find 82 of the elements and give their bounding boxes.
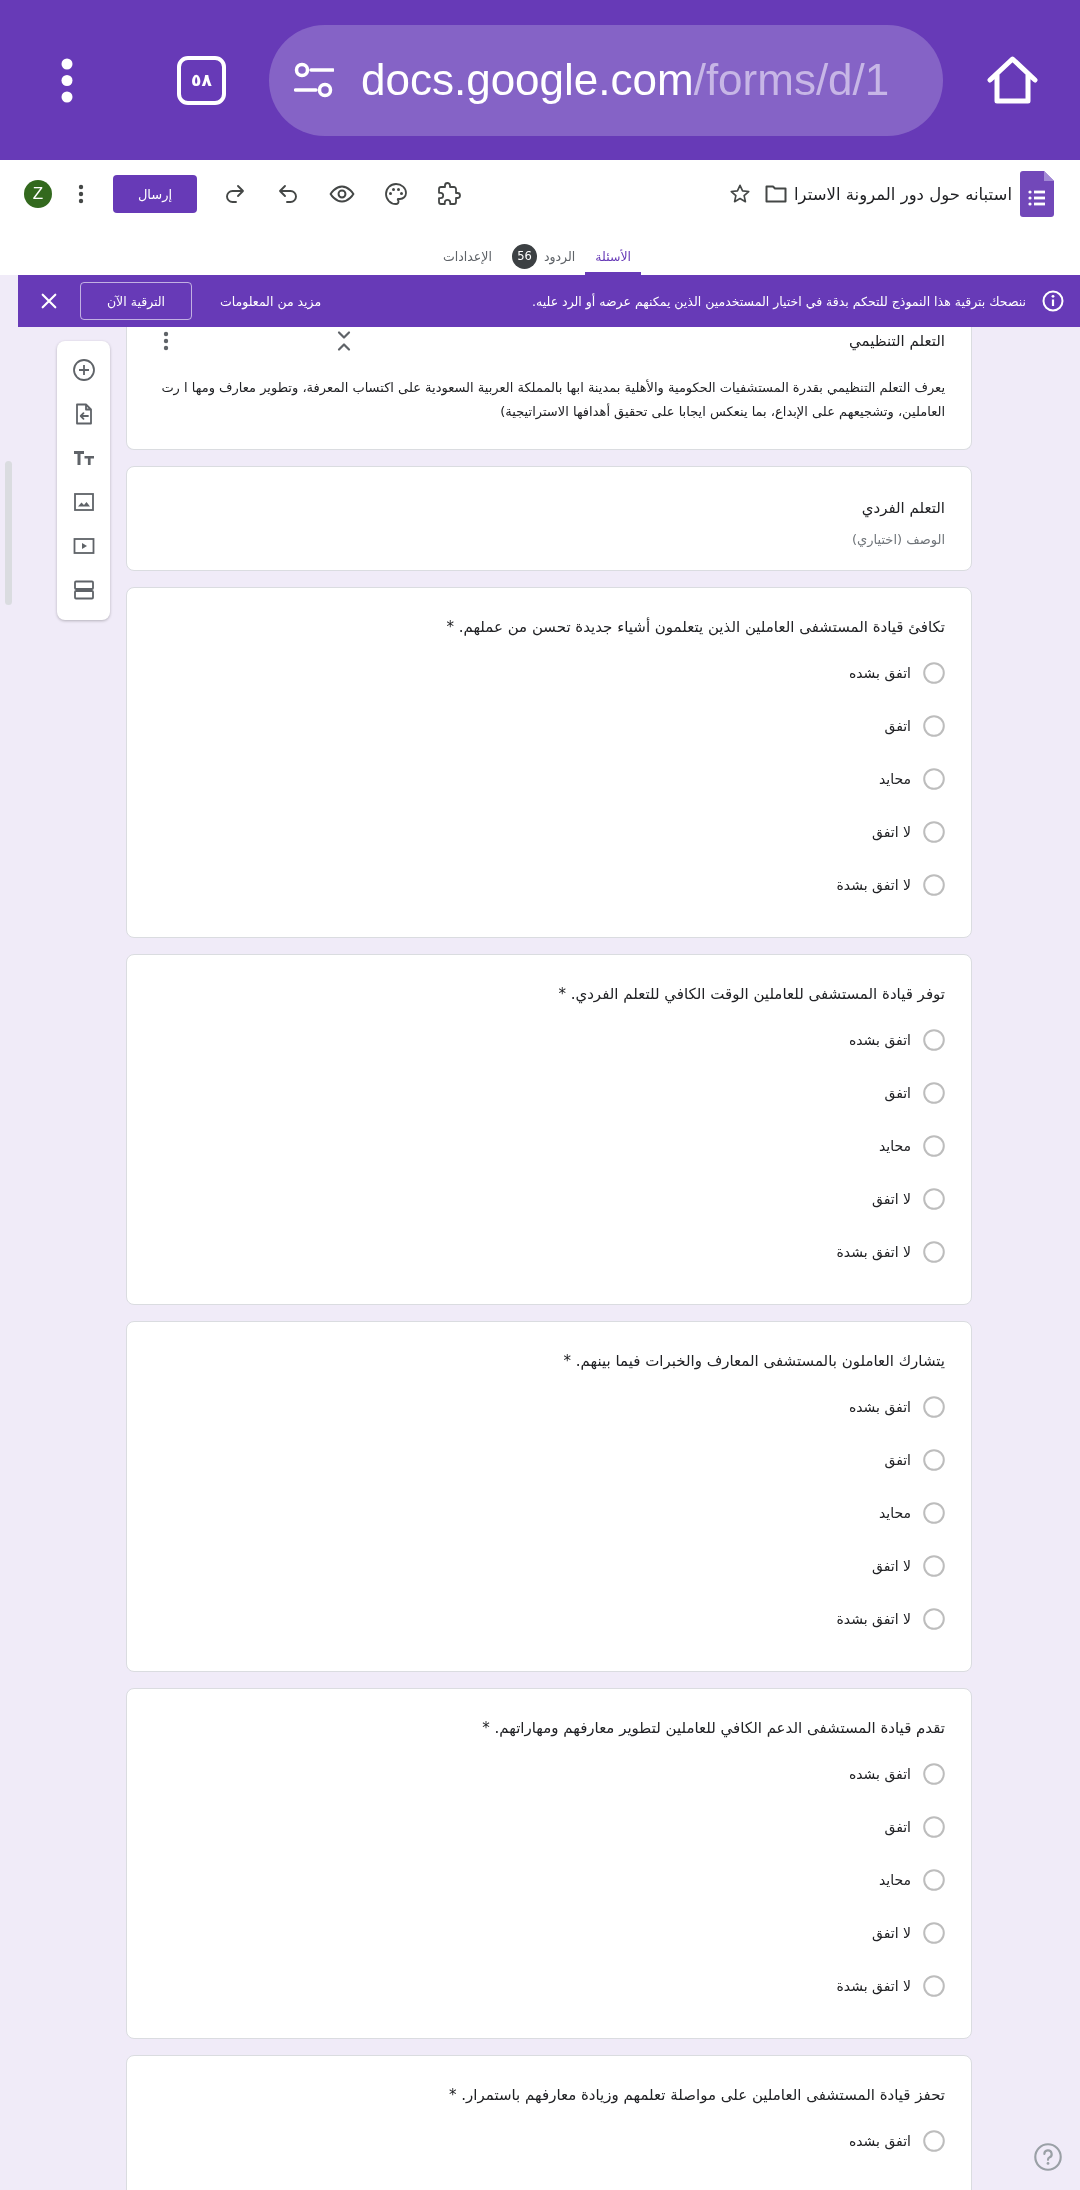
- radio-button[interactable]: [923, 820, 945, 843]
- star-icon[interactable]: [729, 183, 752, 205]
- address-bar[interactable]: docs.google.com/forms/d/1: [269, 24, 943, 136]
- option-label: لا اتفق: [872, 1924, 911, 1941]
- more-icon[interactable]: [61, 57, 73, 103]
- option-label: لا اتفق: [872, 823, 911, 840]
- radio-button[interactable]: [923, 1554, 945, 1577]
- radio-button[interactable]: [923, 661, 945, 684]
- add-circle-icon[interactable]: [71, 358, 96, 382]
- radio-button[interactable]: [923, 1240, 945, 1263]
- section-description: يعرف التعلم التنظيمي بقدرة المستشفيات الحكومية والأهلية بمدينة ابها بالمملكة العربية السعودية على اكتساب المعرفة، وتطوير معارف ومها ا رت العاملين، وتشجيعهم على الإبداع، بما ينعكس ايجابا على تحقيق أهدافها الاستراتيجية): [160, 378, 945, 422]
- forms-logo-icon[interactable]: [1020, 171, 1054, 217]
- send-button[interactable]: إرسال: [113, 175, 197, 213]
- radio-button[interactable]: [923, 714, 945, 737]
- radio-button[interactable]: [923, 873, 945, 896]
- undo-icon[interactable]: [276, 182, 300, 206]
- radio-button[interactable]: [923, 1815, 945, 1838]
- option-label: اتفق: [884, 1818, 911, 1835]
- option-label: اتفق: [884, 1451, 911, 1468]
- option-label: لا اتفق بشدة: [836, 1243, 911, 1260]
- url-text: docs.google.com/forms/d/1: [361, 55, 890, 105]
- info-icon: [1042, 290, 1064, 312]
- option-label: اتفق: [884, 1084, 911, 1101]
- tab[interactable]: الإعدادات: [433, 228, 502, 275]
- tune-icon[interactable]: [294, 62, 334, 98]
- section-icon[interactable]: [71, 578, 96, 602]
- radio-button[interactable]: [923, 1187, 945, 1210]
- scrollbar-thumb[interactable]: [5, 461, 12, 605]
- radio-button[interactable]: [923, 2129, 945, 2152]
- option-label: محايد: [878, 1137, 911, 1154]
- form-title[interactable]: استبانه حول دور المرونة الاسترا: [794, 184, 1012, 204]
- folder-icon[interactable]: [765, 185, 788, 203]
- section-title: التعلم التنظيمي: [848, 332, 945, 350]
- option-label: لا اتفق بشدة: [836, 1610, 911, 1627]
- radio-button[interactable]: [923, 1762, 945, 1785]
- option-label: اتفق بشده: [848, 2132, 911, 2149]
- option-label: محايد: [878, 1871, 911, 1888]
- option-label: اتفق بشده: [848, 664, 911, 681]
- image-icon[interactable]: [71, 490, 96, 514]
- radio-button[interactable]: [923, 1501, 945, 1524]
- description-field[interactable]: الوصف (اختياري): [157, 528, 945, 550]
- puzzle-icon[interactable]: [437, 182, 461, 206]
- radio-button[interactable]: [923, 1081, 945, 1104]
- palette-icon[interactable]: [384, 182, 408, 206]
- upgrade-button[interactable]: الترقية الآن: [80, 282, 192, 320]
- section-title: التعلم الفردي: [860, 499, 945, 517]
- option-label: لا اتفق: [872, 1190, 911, 1207]
- home-icon[interactable]: [986, 55, 1039, 105]
- redo-icon[interactable]: [223, 182, 247, 206]
- option-label: اتفق: [884, 717, 911, 734]
- more-icon[interactable]: [163, 331, 169, 351]
- question-text: تحفز قيادة المستشفى العاملين على مواصلة تعلمهم وزيادة معارفهم باستمرار. *: [448, 2085, 945, 2106]
- option-label: محايد: [878, 1504, 911, 1521]
- radio-button[interactable]: [923, 1395, 945, 1418]
- radio-button[interactable]: [923, 1134, 945, 1157]
- option-label: لا اتفق بشدة: [836, 876, 911, 893]
- close-icon[interactable]: [40, 292, 58, 310]
- option-label: لا اتفق: [872, 1557, 911, 1574]
- help-icon[interactable]: [1034, 2143, 1062, 2171]
- option-label: اتفق بشده: [848, 1398, 911, 1415]
- question-text: يتشارك العاملون بالمستشفى المعارف والخبرات فيما بينهم. *: [562, 1351, 945, 1372]
- option-label: لا اتفق بشدة: [836, 1977, 911, 1994]
- radio-button[interactable]: [923, 1921, 945, 1944]
- radio-button[interactable]: [923, 1607, 945, 1630]
- collapse-icon[interactable]: [337, 330, 351, 352]
- learn-more-link[interactable]: مزيد من المعلومات: [220, 293, 322, 309]
- question-text: توفر قيادة المستشفى للعاملين الوقت الكافي للتعلم الفردي. *: [557, 984, 945, 1005]
- radio-button[interactable]: [923, 1974, 945, 1997]
- radio-button[interactable]: [923, 767, 945, 790]
- avatar[interactable]: Z: [24, 180, 52, 208]
- radio-button[interactable]: [923, 1028, 945, 1051]
- more-icon[interactable]: [78, 184, 84, 204]
- question-text: تقدم قيادة المستشفى الدعم الكافي للعاملين لتطوير معارفهم ومهاراتهم. *: [481, 1718, 945, 1739]
- banner-message: ننصحك بترقية هذا النموذج للتحكم بدقة في اختيار المستخدمين الذين يمكنهم عرضه أو الرد عليه.: [532, 293, 1026, 309]
- question-text: تكافئ قيادة المستشفى العاملين الذين يتعلمون أشياء جديدة تحسن من عملهم. *: [445, 616, 945, 638]
- option-label: اتفق بشده: [848, 1765, 911, 1782]
- option-label: اتفق بشده: [848, 1031, 911, 1048]
- tab-switcher-button[interactable]: ٥٨: [177, 55, 226, 105]
- option-label: محايد: [878, 770, 911, 787]
- radio-button[interactable]: [923, 1868, 945, 1891]
- count-badge: 56: [511, 243, 537, 269]
- radio-button[interactable]: [923, 1448, 945, 1471]
